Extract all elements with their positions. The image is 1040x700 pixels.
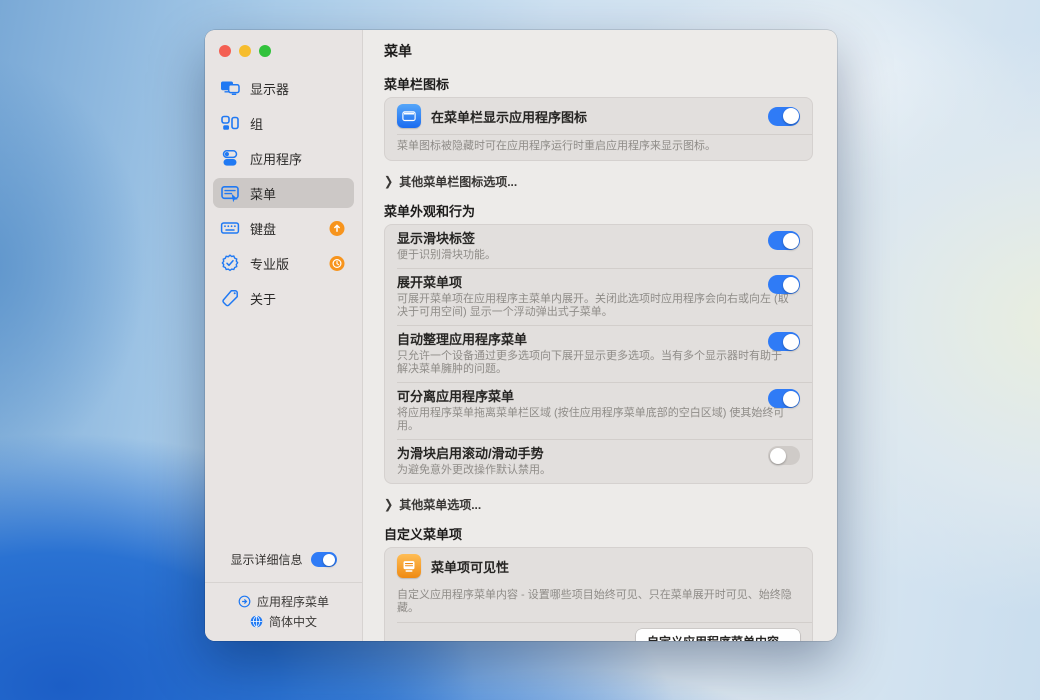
expand-menu-items-row: 展开菜单项 可展开菜单项在应用程序主菜单内展开。关闭此选项时应用程序会向右或向左…	[385, 269, 812, 325]
slider-scroll-gesture-toggle[interactable]	[768, 446, 800, 465]
globe-icon	[250, 615, 263, 627]
other-menu-options-disclosure[interactable]: ❯ 其他菜单选项...	[384, 496, 813, 513]
row-desc: 只允许一个设备通过更多选项向下展开显示更多选项。当有多个显示器时有助于解决菜单臃…	[397, 350, 782, 375]
settings-content: 菜单 菜单栏图标 在菜单栏显示应用程序图标 菜单图标被隐藏时可在应用程序运行时重…	[363, 30, 837, 641]
sidebar-item-pro[interactable]: 专业版	[213, 248, 354, 278]
customize-menu-content-button[interactable]: 自定义应用程序菜单内容...	[635, 629, 800, 641]
page-title: 菜单	[384, 43, 412, 59]
chevron-right-icon: ❯	[384, 175, 394, 189]
settings-window: 显示器 组 应用程序 菜单 键盘 专业版 关于 显示详细信息 应用程序菜单 简体…	[205, 30, 837, 641]
sidebar: 显示器 组 应用程序 菜单 键盘 专业版 关于 显示详细信息 应用程序菜单 简体…	[205, 30, 363, 641]
auto-organize-menu-toggle[interactable]	[768, 332, 800, 351]
sidebar-item-label: 专业版	[250, 256, 290, 272]
sidebar-item-label: 组	[250, 116, 264, 132]
clock-badge-icon	[329, 255, 345, 271]
slider-scroll-gesture-row: 为滑块启用滚动/滑动手势 为避免意外更改操作默认禁用。	[385, 440, 812, 483]
language-link[interactable]: 简体中文	[205, 611, 362, 631]
customize-button-row: 自定义应用程序菜单内容...	[385, 623, 812, 641]
displays-icon	[221, 81, 240, 95]
sidebar-item-displays[interactable]: 显示器	[213, 73, 354, 103]
row-desc: 为避免意外更改操作默认禁用。	[397, 464, 551, 476]
sidebar-item-keyboard[interactable]: 键盘	[213, 213, 354, 243]
sidebar-item-label: 菜单	[250, 186, 277, 202]
apps-icon	[222, 150, 238, 166]
app-menu-link[interactable]: 应用程序菜单	[205, 591, 362, 611]
menu-appearance-card: 显示滑块标签 便于识别滑块功能。 展开菜单项 可展开菜单项在应用程序主菜单内展开…	[384, 224, 813, 484]
keyboard-icon	[220, 222, 240, 234]
menu-item-visibility-row: 菜单项可见性	[385, 548, 812, 584]
sidebar-item-groups[interactable]: 组	[213, 108, 354, 138]
pro-seal-icon	[221, 254, 239, 272]
other-menubar-options-disclosure[interactable]: ❯ 其他菜单栏图标选项...	[384, 173, 813, 190]
show-app-icon-title: 在菜单栏显示应用程序图标	[431, 109, 588, 125]
show-details-label: 显示详细信息	[230, 553, 303, 567]
show-app-icon-desc: 菜单图标被隐藏时可在应用程序运行时重启应用程序来显示图标。	[397, 140, 716, 152]
show-details-toggle[interactable]	[310, 552, 337, 567]
tag-icon	[222, 290, 238, 307]
sidebar-nav: 显示器 组 应用程序 菜单 键盘 专业版 关于	[205, 73, 362, 313]
minimize-button[interactable]	[239, 45, 251, 57]
upgrade-arrow-badge-icon	[329, 220, 345, 236]
zoom-button[interactable]	[259, 45, 271, 57]
section-header-custom-menu-items: 自定义菜单项	[384, 527, 463, 542]
sidebar-item-label: 显示器	[250, 81, 290, 97]
titlebar-traffic-lights	[205, 30, 362, 57]
row-desc: 将应用程序菜单拖离菜单栏区域 (按住应用程序菜单底部的空白区域) 使其始终可用。	[397, 407, 785, 432]
row-desc: 便于识别滑块功能。	[397, 249, 496, 261]
menu-visibility-icon	[397, 554, 421, 578]
slider-labels-row: 显示滑块标签 便于识别滑块功能。	[385, 225, 812, 268]
expand-menu-items-toggle[interactable]	[768, 275, 800, 294]
language-link-label: 简体中文	[268, 614, 317, 629]
sidebar-item-menus[interactable]: 菜单	[213, 178, 354, 208]
auto-organize-menu-row: 自动整理应用程序菜单 只允许一个设备通过更多选项向下展开显示更多选项。当有多个显…	[385, 326, 812, 382]
sidebar-footer: 显示详细信息 应用程序菜单 简体中文	[205, 551, 362, 641]
section-header-menubar-icon: 菜单栏图标	[384, 77, 450, 92]
row-title: 展开菜单项	[397, 275, 463, 290]
row-title: 为滑块启用滚动/滑动手势	[397, 446, 544, 461]
groups-icon	[221, 115, 239, 130]
close-button[interactable]	[219, 45, 231, 57]
menu-icon	[221, 185, 239, 203]
section-header-menu-appearance: 菜单外观和行为	[384, 204, 476, 219]
menubar-app-icon	[397, 104, 421, 128]
disclosure-label: 其他菜单栏图标选项...	[399, 175, 518, 189]
menu-item-visibility-desc: 自定义应用程序菜单内容 - 设置哪些项目始终可见、只在菜单展开时可见、始终隐藏。	[397, 589, 792, 614]
menu-item-visibility-title: 菜单项可见性	[431, 559, 510, 575]
detachable-menu-toggle[interactable]	[768, 389, 800, 408]
app-menu-link-label: 应用程序菜单	[256, 594, 329, 609]
disclosure-label: 其他菜单选项...	[399, 498, 482, 512]
sidebar-item-label: 应用程序	[250, 151, 303, 167]
menu-item-visibility-card: 菜单项可见性 自定义应用程序菜单内容 - 设置哪些项目始终可见、只在菜单展开时可…	[384, 547, 813, 641]
row-desc: 可展开菜单项在应用程序主菜单内展开。关闭此选项时应用程序会向右或向左 (取决于可…	[397, 293, 789, 318]
row-title: 可分离应用程序菜单	[397, 389, 515, 404]
sidebar-item-label: 键盘	[250, 221, 277, 237]
row-title: 自动整理应用程序菜单	[397, 332, 528, 347]
sidebar-item-label: 关于	[250, 291, 277, 307]
arrow-circle-icon	[238, 595, 251, 607]
sidebar-item-apps[interactable]: 应用程序	[213, 143, 354, 173]
row-title: 显示滑块标签	[397, 231, 476, 246]
show-details-row: 显示详细信息	[205, 551, 362, 582]
menubar-icon-card: 在菜单栏显示应用程序图标 菜单图标被隐藏时可在应用程序运行时重启应用程序来显示图…	[384, 97, 813, 161]
show-app-icon-toggle[interactable]	[768, 106, 800, 126]
chevron-right-icon: ❯	[384, 498, 394, 512]
slider-labels-toggle[interactable]	[768, 231, 800, 250]
show-app-icon-row: 在菜单栏显示应用程序图标	[385, 98, 812, 134]
sidebar-links: 应用程序菜单 简体中文	[205, 582, 362, 641]
detachable-menu-row: 可分离应用程序菜单 将应用程序菜单拖离菜单栏区域 (按住应用程序菜单底部的空白区…	[385, 383, 812, 439]
sidebar-item-about[interactable]: 关于	[213, 283, 354, 313]
